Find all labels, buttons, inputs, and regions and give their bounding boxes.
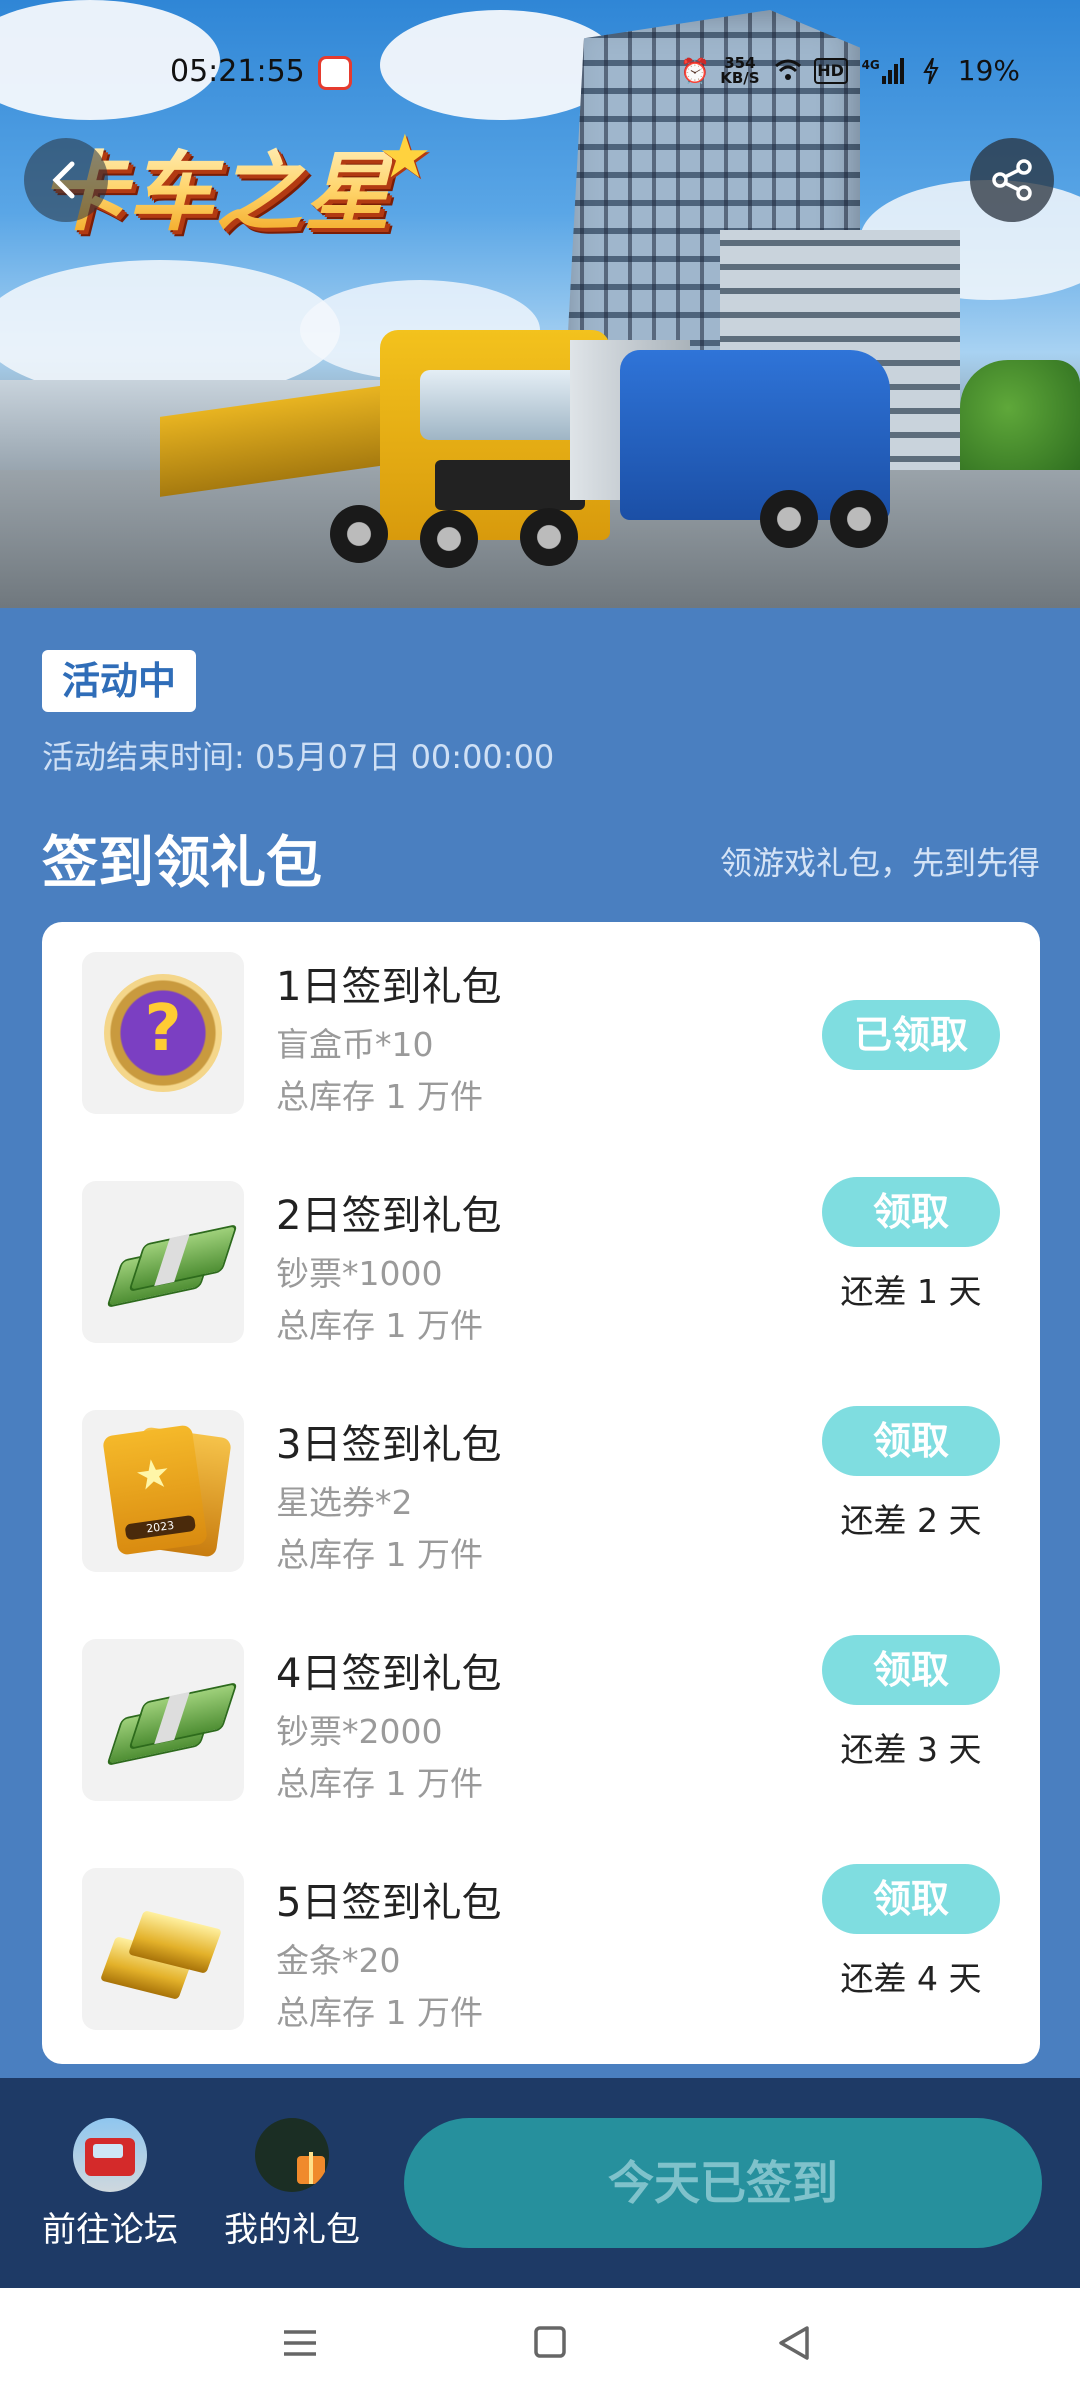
- activity-end-time: 活动结束时间: 05月07日 00:00:00: [42, 738, 555, 776]
- section-title: 签到领礼包: [42, 831, 322, 896]
- gift-list-card: ? 1日签到礼包 盲盒币*10 总库存 1 万件 已领取 2日签到礼包 钞票*1…: [42, 922, 1040, 2064]
- system-navigation-bar: [0, 2288, 1080, 2400]
- section-subtitle: 领游戏礼包，先到先得: [719, 844, 1040, 882]
- menu-icon[interactable]: [270, 2318, 330, 2368]
- home-icon[interactable]: [520, 2318, 580, 2368]
- back-nav-icon[interactable]: [765, 2318, 825, 2368]
- logo-star-icon: ★: [378, 122, 432, 192]
- gift-item: 钞票*2000: [276, 1712, 443, 1751]
- gift-thumbnail: ★ 2023: [82, 1410, 244, 1572]
- forum-label: 前往论坛: [42, 2210, 178, 2250]
- gift-thumbnail: [82, 1639, 244, 1801]
- gift-thumbnail: [82, 1181, 244, 1343]
- signed-today-button[interactable]: 今天已签到: [404, 2118, 1042, 2248]
- gift-stock: 总库存 1 万件: [276, 1306, 483, 1345]
- activity-status-badge: 活动中: [42, 650, 197, 712]
- app-notification-icon: [318, 56, 352, 90]
- days-remaining: 还差 3 天: [840, 1730, 982, 1769]
- blind-box-coin-icon: ?: [104, 974, 222, 1092]
- net-speed: 354 KB/S: [720, 53, 760, 87]
- star-ticket-icon: ★ 2023: [102, 1424, 208, 1556]
- gift-row: 5日签到礼包 金条*20 总库存 1 万件 领取 还差 4 天: [42, 1838, 1040, 2067]
- my-gifts-link[interactable]: 我的礼包: [202, 2118, 382, 2251]
- status-time: 05:21:55: [170, 54, 305, 89]
- gift-item: 星选券*2: [276, 1483, 413, 1522]
- gift-box-icon: [255, 2118, 329, 2192]
- hd-icon: HD: [813, 57, 848, 84]
- gift-item: 钞票*1000: [276, 1254, 443, 1293]
- days-remaining: 还差 4 天: [840, 1959, 982, 1998]
- claim-button[interactable]: 领取: [822, 1864, 1000, 1934]
- cash-stack-icon: [104, 1682, 238, 1766]
- share-button[interactable]: [970, 138, 1054, 222]
- battery-percent: 19%: [957, 54, 1020, 87]
- days-remaining: 还差 1 天: [840, 1272, 982, 1311]
- gift-row: 2日签到礼包 钞票*1000 总库存 1 万件 领取 还差 1 天: [42, 1151, 1040, 1380]
- claim-button[interactable]: 领取: [822, 1177, 1000, 1247]
- gift-stock: 总库存 1 万件: [276, 1764, 483, 1803]
- gift-stock: 总库存 1 万件: [276, 1077, 483, 1116]
- gift-row: ? 1日签到礼包 盲盒币*10 总库存 1 万件 已领取: [42, 922, 1040, 1151]
- signal-icon: 4G: [862, 57, 904, 84]
- status-bar: 05:21:55 ⏰ 354 KB/S HD 4G 19%: [0, 48, 1080, 96]
- charging-icon: [918, 57, 944, 84]
- gift-title: 2日签到礼包: [276, 1193, 502, 1239]
- days-remaining: 还差 2 天: [840, 1501, 982, 1540]
- trees-image: [960, 360, 1080, 480]
- claimed-button[interactable]: 已领取: [822, 1000, 1000, 1070]
- forum-link[interactable]: 前往论坛: [20, 2118, 200, 2251]
- gift-title: 5日签到礼包: [276, 1880, 502, 1926]
- gift-thumbnail: ?: [82, 952, 244, 1114]
- gift-row: ★ 2023 3日签到礼包 星选券*2 总库存 1 万件 领取 还差 2 天: [42, 1380, 1040, 1609]
- alarm-icon: ⏰: [680, 56, 711, 85]
- gift-thumbnail: [82, 1868, 244, 2030]
- forum-icon: [73, 2118, 147, 2192]
- gift-row: 4日签到礼包 钞票*2000 总库存 1 万件 领取 还差 3 天: [42, 1609, 1040, 1838]
- bottom-action-bar: 前往论坛 我的礼包 今天已签到: [0, 2078, 1080, 2288]
- wifi-icon: [774, 58, 801, 84]
- back-arrow-icon: [52, 161, 75, 199]
- gift-item: 盲盒币*10: [276, 1025, 434, 1064]
- gift-item: 金条*20: [276, 1941, 401, 1980]
- gift-title: 1日签到礼包: [276, 964, 502, 1010]
- gift-stock: 总库存 1 万件: [276, 1993, 483, 2032]
- my-gifts-label: 我的礼包: [224, 2210, 360, 2250]
- hero-banner: 卡车之星 ★ 05:21:55 ⏰ 354 KB/S HD 4G 19%: [0, 0, 1080, 608]
- cash-stack-icon: [104, 1224, 238, 1308]
- claim-button[interactable]: 领取: [822, 1635, 1000, 1705]
- gift-stock: 总库存 1 万件: [276, 1535, 483, 1574]
- share-icon: [992, 159, 1032, 201]
- gift-title: 4日签到礼包: [276, 1651, 502, 1697]
- back-button[interactable]: [24, 138, 108, 222]
- claim-button[interactable]: 领取: [822, 1406, 1000, 1476]
- gift-title: 3日签到礼包: [276, 1422, 502, 1468]
